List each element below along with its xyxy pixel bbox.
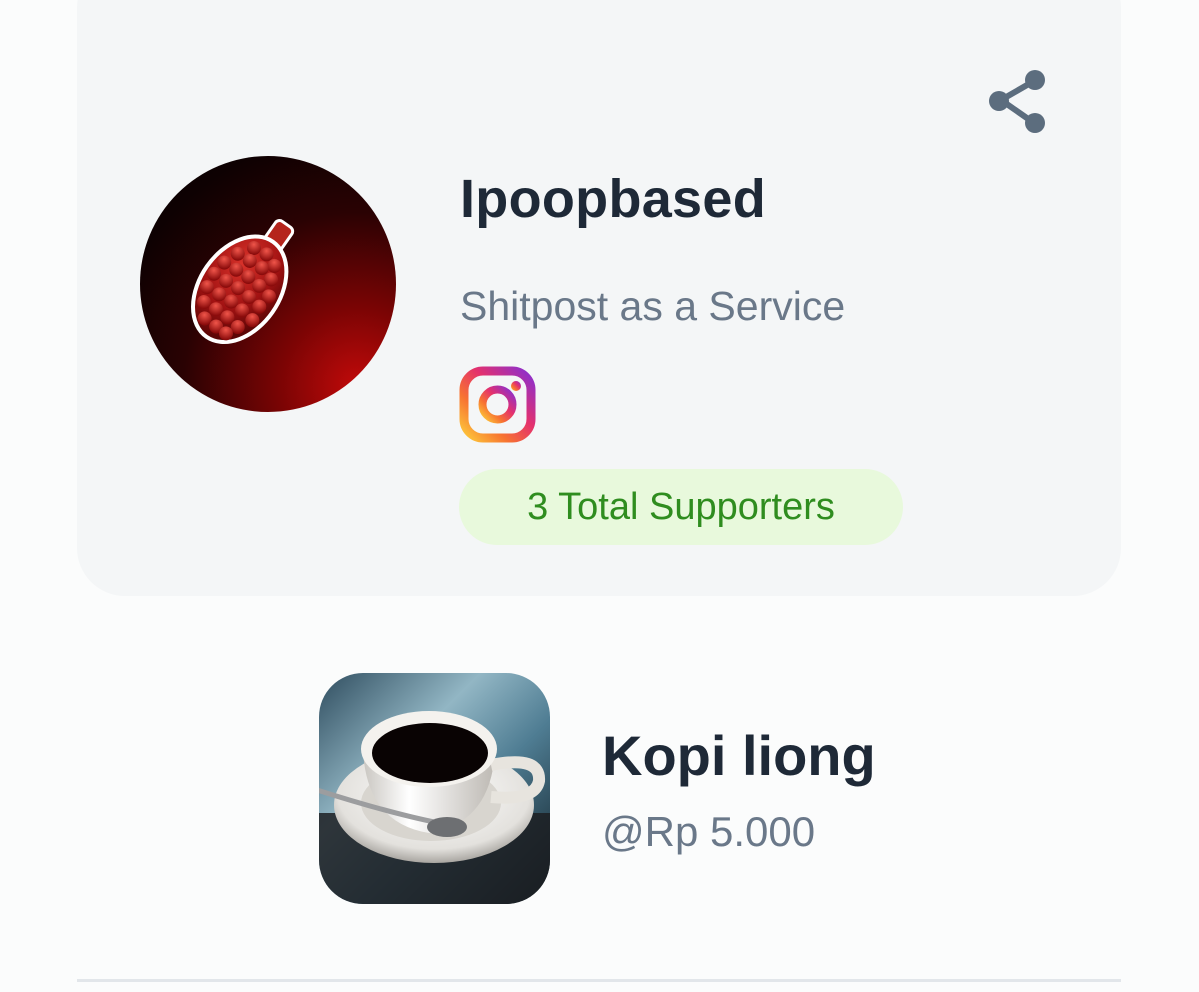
instagram-icon	[459, 366, 536, 443]
product-name: Kopi liong	[602, 724, 876, 787]
coffee-cup-image-icon	[319, 673, 550, 904]
avatar	[140, 156, 396, 412]
product-price: @Rp 5.000	[602, 808, 816, 855]
product-image[interactable]	[319, 673, 550, 904]
creator-tagline: Shitpost as a Service	[460, 283, 846, 329]
divider	[77, 979, 1121, 982]
share-button[interactable]	[982, 66, 1054, 138]
creator-page: Ipoopbased Shitpost as a Service 3 Total…	[0, 0, 1199, 992]
red-seed-cone-avatar-icon	[191, 219, 295, 345]
supporters-badge: 3 Total Supporters	[459, 469, 903, 545]
share-icon	[989, 70, 1045, 133]
creator-name: Ipoopbased	[460, 169, 767, 229]
instagram-link[interactable]	[459, 366, 536, 443]
